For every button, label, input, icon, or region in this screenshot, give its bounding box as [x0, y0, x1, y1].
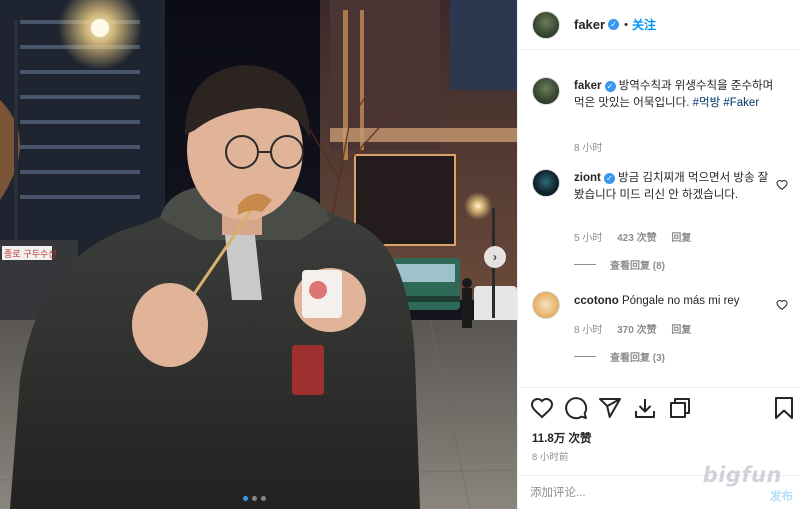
shop-sign-text: 종로 구두수선 [4, 249, 57, 260]
avatar[interactable] [532, 169, 560, 197]
follow-button[interactable]: 关注 [632, 16, 656, 33]
post-header: faker ✓ • 关注 [518, 0, 800, 50]
post-photo[interactable]: 종로 구두수선 › [0, 0, 517, 509]
comment-username[interactable]: ccotono [574, 295, 619, 307]
verified-badge-icon: ✓ [603, 173, 615, 184]
post-comment-button[interactable]: 发布 [770, 488, 793, 504]
carousel-indicator [243, 496, 266, 501]
view-replies-label[interactable]: 查看回复 (8) [610, 257, 665, 272]
heart-icon[interactable] [530, 396, 554, 420]
caption-text: faker ✓ 방역수칙과 위생수칙을 준수하며 먹은 맛있는 어묵입니다. #먹… [574, 78, 779, 112]
header-username[interactable]: faker [574, 17, 605, 32]
like-comment-heart-icon[interactable] [776, 299, 788, 311]
carousel-dot-3 [261, 496, 266, 501]
comment-likes[interactable]: 423 次赞 [617, 233, 656, 244]
view-replies-button[interactable]: 查看回复 (8) [574, 257, 665, 272]
like-comment-heart-icon[interactable] [776, 179, 788, 191]
copy-icon[interactable] [668, 396, 692, 420]
caption-username[interactable]: faker [574, 80, 602, 92]
divider [574, 356, 596, 357]
likes-count[interactable]: 11.8万 次赞 [532, 430, 591, 446]
caption-time: 8 小时 [574, 143, 603, 154]
avatar[interactable] [532, 77, 560, 105]
comment-time: 8 小时 [574, 325, 603, 336]
post-side-panel: faker ✓ • 关注 faker ✓ 방역수칙과 위생수칙을 준수하며 먹은 … [517, 0, 800, 509]
header-separator: • [624, 18, 628, 31]
caption-meta: 8 小时 [574, 139, 614, 154]
view-replies-button[interactable]: 查看回复 (3) [574, 349, 665, 364]
photo-scene: 종로 구두수선 [0, 0, 517, 509]
hashtag-link[interactable]: #Faker [723, 97, 759, 109]
chevron-right-icon: › [493, 250, 497, 264]
comment-icon[interactable] [564, 396, 588, 420]
carousel-dot-1 [243, 496, 248, 501]
comment-body: Póngale no más mi rey [621, 295, 740, 307]
comment-meta: 8 小时 370 次赞 回复 [574, 321, 703, 336]
reply-button[interactable]: 回复 [671, 233, 691, 244]
comment-text: ccotono Póngale no más mi rey [574, 293, 779, 310]
comment-likes[interactable]: 370 次赞 [617, 325, 656, 336]
hashtag-link[interactable]: #먹방 [693, 97, 721, 109]
post-actions: 11.8万 次赞 8 小时前 发布 [518, 387, 800, 509]
avatar[interactable] [532, 10, 560, 39]
post-time: 8 小时前 [532, 452, 569, 463]
comment-time: 5 小时 [574, 233, 603, 244]
comment-meta: 5 小时 423 次赞 回复 [574, 229, 703, 244]
bookmark-icon[interactable] [772, 396, 796, 420]
divider [574, 264, 596, 265]
download-icon[interactable] [633, 396, 657, 420]
carousel-next-button[interactable]: › [484, 246, 506, 268]
avatar[interactable] [532, 291, 560, 319]
carousel-dot-2 [252, 496, 257, 501]
comment-username[interactable]: ziont [574, 172, 601, 184]
comment-text: ziont ✓ 방금 김치찌개 먹으면서 방송 잘 봤습니다 미드 리신 안 하겠… [574, 170, 779, 204]
share-icon[interactable] [598, 396, 622, 420]
verified-badge-icon: ✓ [604, 81, 616, 92]
verified-badge-icon: ✓ [608, 19, 620, 30]
action-icon-row [530, 396, 793, 422]
view-replies-label[interactable]: 查看回复 (3) [610, 349, 665, 364]
watermark: bigfun [702, 463, 782, 487]
comments-list[interactable]: faker ✓ 방역수칙과 위생수칙을 준수하며 먹은 맛있는 어묵입니다. #먹… [518, 51, 800, 387]
reply-button[interactable]: 回复 [671, 325, 691, 336]
